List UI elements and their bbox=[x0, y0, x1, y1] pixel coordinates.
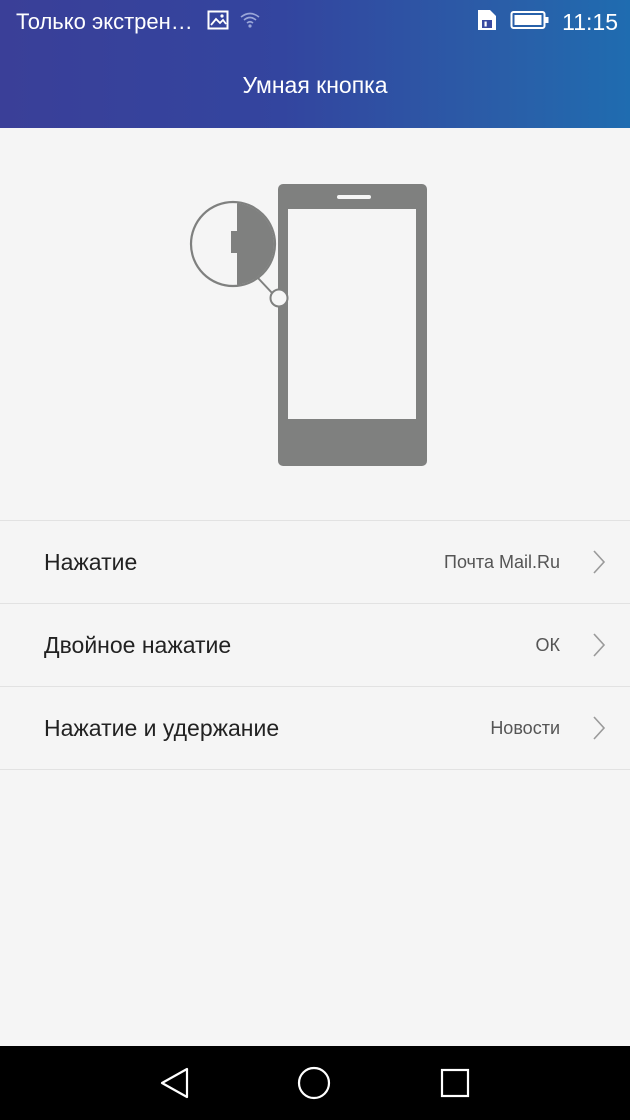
wifi-icon bbox=[239, 11, 261, 34]
smart-button-settings-list: Нажатие Почта Mail.Ru Двойное нажатие ОК… bbox=[0, 520, 630, 770]
page-title: Умная кнопка bbox=[242, 72, 388, 98]
recents-icon[interactable] bbox=[437, 1065, 473, 1106]
setting-row-double-press[interactable]: Двойное нажатие ОК bbox=[0, 604, 630, 687]
setting-row-press[interactable]: Нажатие Почта Mail.Ru bbox=[0, 521, 630, 604]
phone-smart-button-illustration bbox=[0, 128, 630, 520]
setting-label: Нажатие bbox=[44, 548, 138, 575]
status-time: 11:15 bbox=[562, 9, 618, 35]
chevron-right-icon bbox=[592, 549, 606, 580]
app-header: Только экстрен… 11:15 Умная кнопка bbox=[0, 0, 630, 128]
status-icons-left bbox=[207, 10, 261, 35]
chevron-right-icon bbox=[592, 715, 606, 746]
status-icons-right: 11:15 bbox=[476, 8, 618, 37]
setting-row-press-and-hold[interactable]: Нажатие и удержание Новости bbox=[0, 687, 630, 770]
home-icon[interactable] bbox=[296, 1065, 332, 1106]
navigation-bar bbox=[0, 1046, 630, 1120]
setting-label: Нажатие и удержание bbox=[44, 714, 280, 741]
image-notification-icon bbox=[207, 10, 229, 35]
status-carrier: Только экстрен… bbox=[16, 9, 193, 34]
setting-value: Новости bbox=[490, 717, 560, 738]
status-bar: Только экстрен… 11:15 bbox=[0, 0, 630, 46]
setting-value: Почта Mail.Ru bbox=[444, 551, 560, 572]
setting-value: ОК bbox=[535, 634, 561, 655]
battery-icon bbox=[510, 9, 550, 36]
sim-icon bbox=[476, 8, 498, 37]
setting-label: Двойное нажатие bbox=[44, 631, 232, 658]
back-icon[interactable] bbox=[157, 1065, 193, 1106]
chevron-right-icon bbox=[592, 632, 606, 663]
